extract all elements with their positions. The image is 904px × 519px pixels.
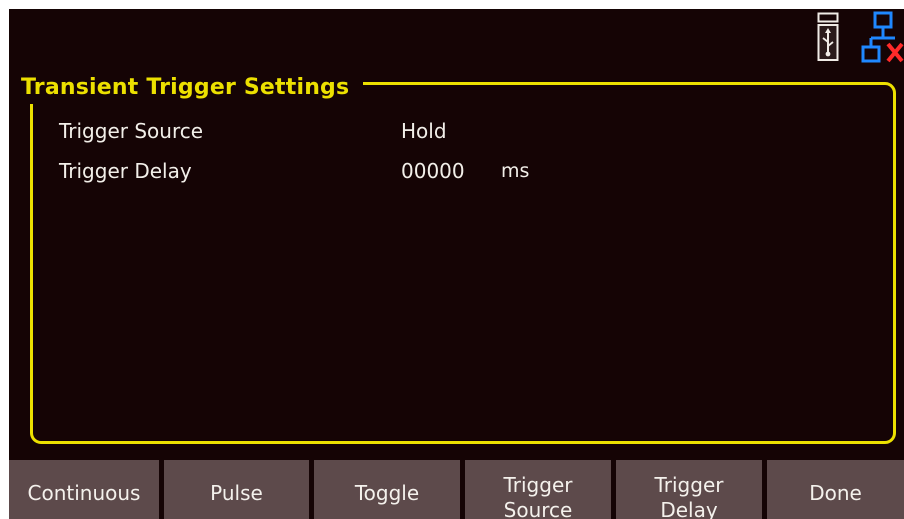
setting-row-trigger-source[interactable]: Trigger Source Hold <box>9 115 904 147</box>
setting-unit: ms <box>501 160 530 182</box>
softkey-label: Continuous <box>27 481 141 505</box>
softkey-bar: Continuous Pulse Toggle Trigger Source T… <box>9 460 904 519</box>
done-softkey[interactable]: Done <box>767 460 904 519</box>
softkey-label-line2: Delay <box>660 497 718 519</box>
usb-storage-icon <box>817 12 839 61</box>
trigger-delay-softkey[interactable]: Trigger Delay <box>616 460 762 519</box>
continuous-softkey[interactable]: Continuous <box>9 460 159 519</box>
softkey-label: Toggle <box>354 481 420 505</box>
setting-row-trigger-delay[interactable]: Trigger Delay 00000 ms <box>9 155 904 187</box>
setting-value: 00000 <box>401 159 465 183</box>
softkey-label: Pulse <box>210 481 263 505</box>
trigger-source-softkey[interactable]: Trigger Source <box>465 460 611 519</box>
setting-label: Trigger Delay <box>59 159 192 183</box>
softkey-label: Done <box>809 481 862 505</box>
softkey-label-line1: Trigger <box>503 472 573 497</box>
softkey-label-line2: Source <box>503 497 573 519</box>
setting-label: Trigger Source <box>59 119 204 143</box>
softkey-label-line1: Trigger <box>654 472 724 497</box>
toggle-softkey[interactable]: Toggle <box>314 460 460 519</box>
setting-value: Hold <box>401 119 447 143</box>
panel-title: Transient Trigger Settings <box>18 72 364 104</box>
status-bar <box>9 9 904 69</box>
pulse-softkey[interactable]: Pulse <box>164 460 309 519</box>
instrument-screen: Transient Trigger Settings Trigger Sourc… <box>9 9 904 519</box>
network-disconnected-icon <box>861 11 904 63</box>
